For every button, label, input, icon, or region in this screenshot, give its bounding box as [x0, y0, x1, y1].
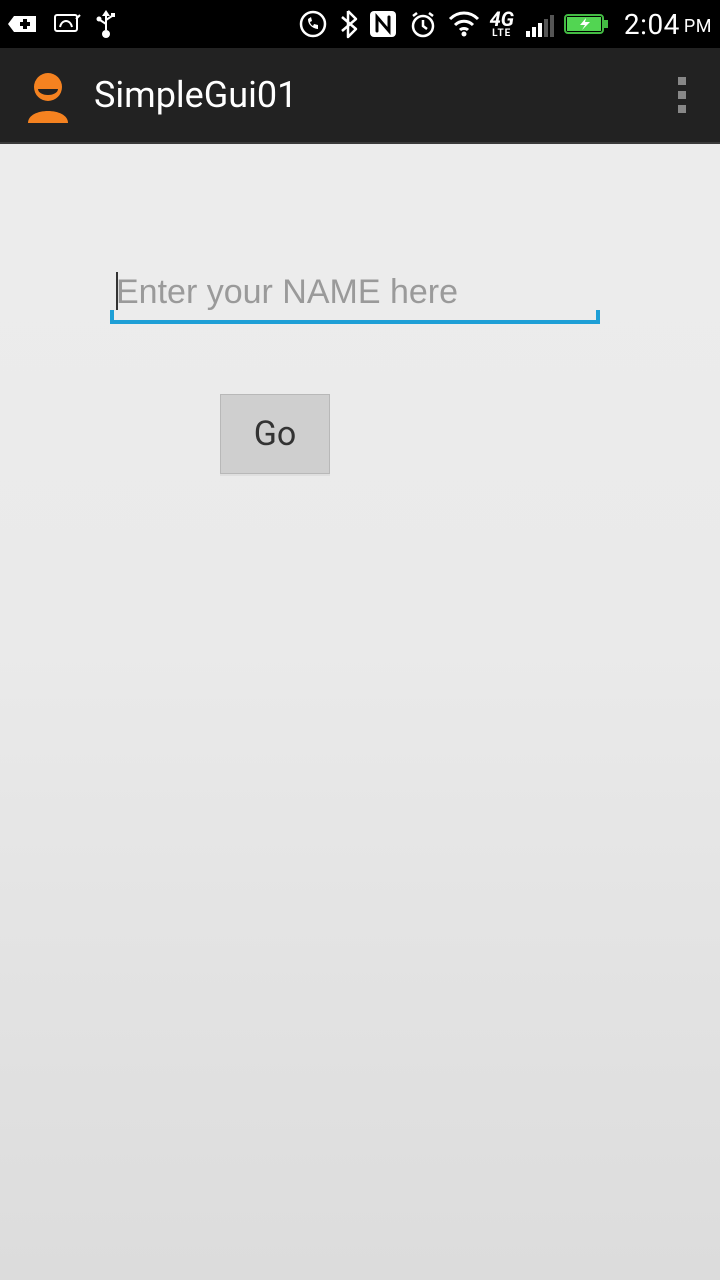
bluetooth-icon — [338, 9, 358, 39]
overflow-dot-icon — [678, 105, 686, 113]
leaf-icon — [52, 11, 82, 37]
overflow-dot-icon — [678, 91, 686, 99]
clock-time: 2:04PM — [624, 8, 712, 41]
network-type-label: 4G LTE — [490, 9, 514, 39]
signal-icon — [524, 11, 554, 37]
name-input-wrap[interactable] — [110, 264, 600, 324]
overflow-dot-icon — [678, 77, 686, 85]
status-bar: 4G LTE 2:04PM — [0, 0, 720, 48]
text-cursor — [116, 272, 118, 310]
go-button-label: Go — [254, 414, 297, 454]
call-icon — [298, 9, 328, 39]
alarm-icon — [408, 9, 438, 39]
add-badge-icon — [8, 12, 38, 36]
app-title: SimpleGui01 — [94, 74, 664, 116]
battery-icon — [564, 12, 608, 36]
name-input[interactable] — [110, 264, 600, 324]
overflow-menu-button[interactable] — [664, 71, 700, 119]
go-button[interactable]: Go — [220, 394, 330, 474]
clock-ampm: PM — [684, 16, 712, 37]
usb-icon — [96, 8, 116, 40]
app-icon — [20, 67, 76, 123]
wifi-icon — [448, 11, 480, 37]
content-area: Go — [0, 144, 720, 474]
clock-hours-minutes: 2:04 — [624, 8, 680, 41]
action-bar: SimpleGui01 — [0, 48, 720, 144]
nfc-icon — [368, 9, 398, 39]
